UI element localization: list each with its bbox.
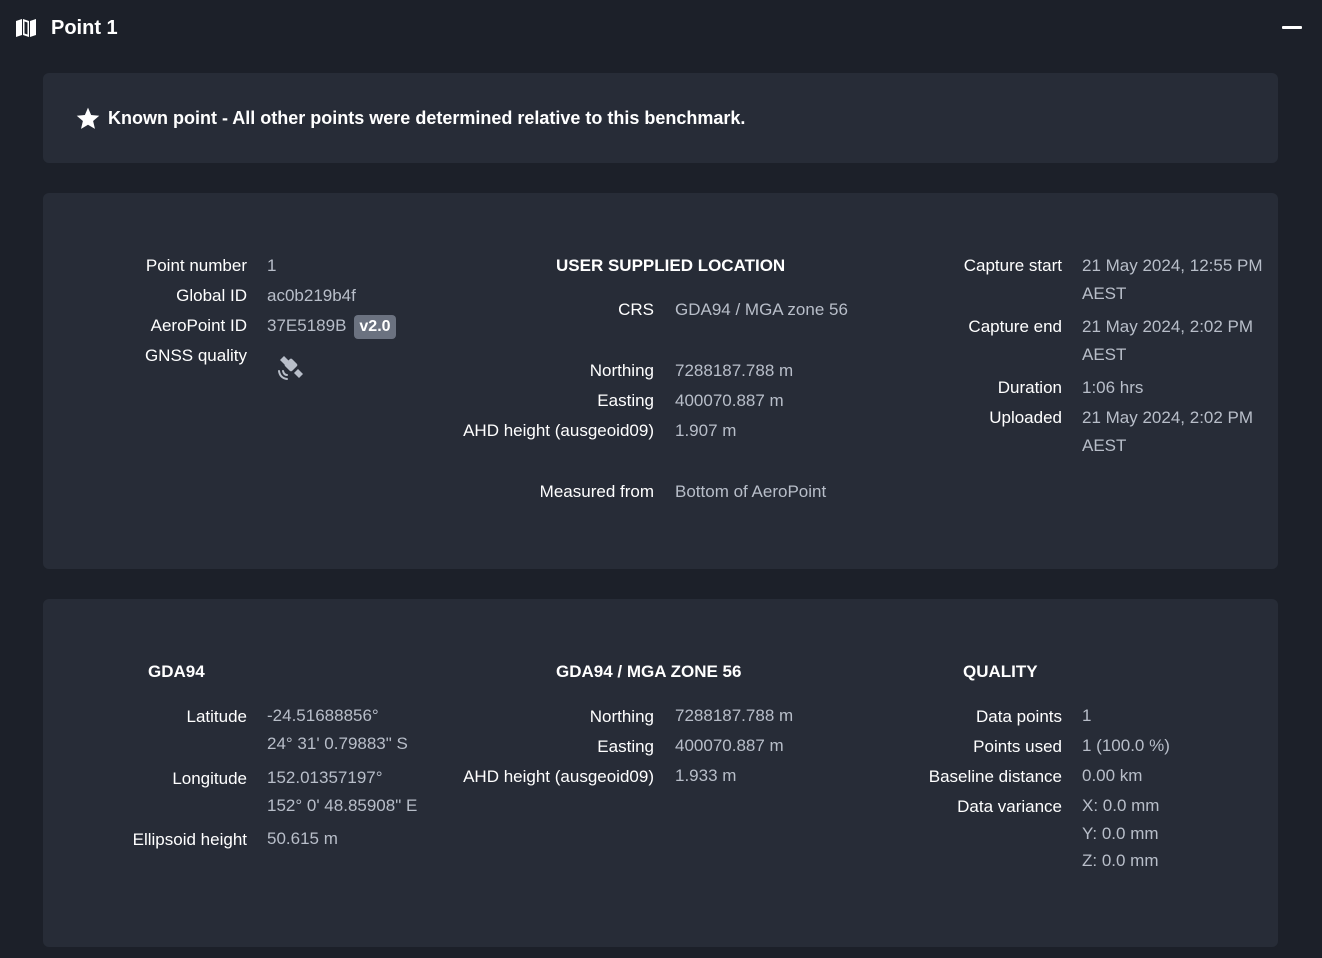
version-badge: v2.0 (354, 314, 396, 339)
aeropoint-id-row: 37E5189B v2.0 (267, 312, 396, 340)
ellipsoid-height-label: Ellipsoid height (132, 830, 247, 849)
known-point-banner: Known point - All other points were dete… (43, 73, 1278, 163)
user-northing-label: Northing (589, 361, 654, 380)
data-points-label: Data points (976, 707, 1062, 726)
satellite-icon (278, 356, 303, 380)
gnss-quality-label: GNSS quality (144, 346, 247, 365)
crs-label: CRS (618, 300, 654, 319)
longitude-label: Longitude (172, 769, 247, 788)
mga-easting-value: 400070.887 m (675, 736, 784, 755)
user-northing-value: 7288187.788 m (675, 361, 794, 380)
banner-text: Known point - All other points were dete… (108, 108, 746, 128)
latitude-label: Latitude (186, 707, 248, 726)
variance-x-value: X: 0.0 mm (1082, 796, 1160, 815)
mga-northing-label: Northing (589, 707, 654, 726)
data-points-value: 1 (1082, 706, 1092, 725)
crs-value: GDA94 / MGA zone 56 (675, 300, 848, 319)
mga-heading: GDA94 / MGA ZONE 56 (556, 662, 742, 681)
user-ahd-label: AHD height (ausgeoid09) (463, 421, 654, 440)
coordinates-card: GDA94 Latitude -24.51688856° 24° 31' 0.7… (43, 599, 1278, 947)
variance-y-value: Y: 0.0 mm (1082, 824, 1159, 843)
variance-z-value: Z: 0.0 mm (1082, 851, 1159, 870)
uploaded-value: 21 May 2024, 2:02 PM AEST (1082, 408, 1254, 455)
panel-title: Point 1 (51, 17, 118, 39)
capture-end-label: Capture end (968, 317, 1062, 336)
gda94-heading: GDA94 (148, 662, 205, 681)
measured-from-label: Measured from (539, 482, 654, 501)
map-icon (16, 19, 36, 37)
star-icon (76, 107, 100, 129)
quality-heading: QUALITY (963, 662, 1038, 681)
mga-easting-label: Easting (597, 737, 654, 756)
capture-start-label: Capture start (963, 256, 1062, 275)
capture-end-value: 21 May 2024, 2:02 PM AEST (1082, 317, 1254, 364)
mga-ahd-label: AHD height (ausgeoid09) (463, 767, 654, 786)
point-number-value: 1 (267, 256, 277, 275)
user-easting-value: 400070.887 m (675, 391, 784, 410)
longitude-decimal: 152.01357197° (267, 768, 383, 787)
panel-header: Point 1 (0, 0, 1322, 56)
points-used-label: Points used (973, 737, 1062, 756)
duration-label: Duration (997, 378, 1062, 397)
mga-ahd-value: 1.933 m (675, 766, 737, 785)
user-easting-label: Easting (597, 391, 654, 410)
capture-start-value: 21 May 2024, 12:55 PM AEST (1082, 256, 1263, 303)
latitude-dms: 24° 31' 0.79883" S (267, 734, 408, 753)
data-variance-label: Data variance (957, 797, 1062, 816)
baseline-distance-value: 0.00 km (1082, 766, 1143, 785)
user-ahd-value: 1.907 m (675, 421, 737, 440)
points-used-value: 1 (100.0 %) (1082, 736, 1170, 755)
global-id-label: Global ID (176, 286, 247, 305)
collapse-button[interactable] (1282, 26, 1302, 29)
measured-from-value: Bottom of AeroPoint (675, 482, 827, 501)
user-location-heading: USER SUPPLIED LOCATION (556, 256, 786, 275)
duration-value: 1:06 hrs (1082, 378, 1144, 397)
aeropoint-id-value: 37E5189B (267, 316, 347, 335)
mga-northing-value: 7288187.788 m (675, 706, 794, 725)
point-details-card: Point number 1 Global ID ac0b219b4f Aero… (43, 193, 1278, 569)
point-number-label: Point number (145, 256, 247, 275)
baseline-distance-label: Baseline distance (928, 767, 1062, 786)
global-id-value: ac0b219b4f (267, 286, 356, 305)
aeropoint-id-label: AeroPoint ID (150, 316, 247, 335)
ellipsoid-height-value: 50.615 m (267, 829, 338, 848)
longitude-dms: 152° 0' 48.85908" E (267, 796, 418, 815)
uploaded-label: Uploaded (989, 408, 1062, 427)
latitude-decimal: -24.51688856° (267, 706, 379, 725)
